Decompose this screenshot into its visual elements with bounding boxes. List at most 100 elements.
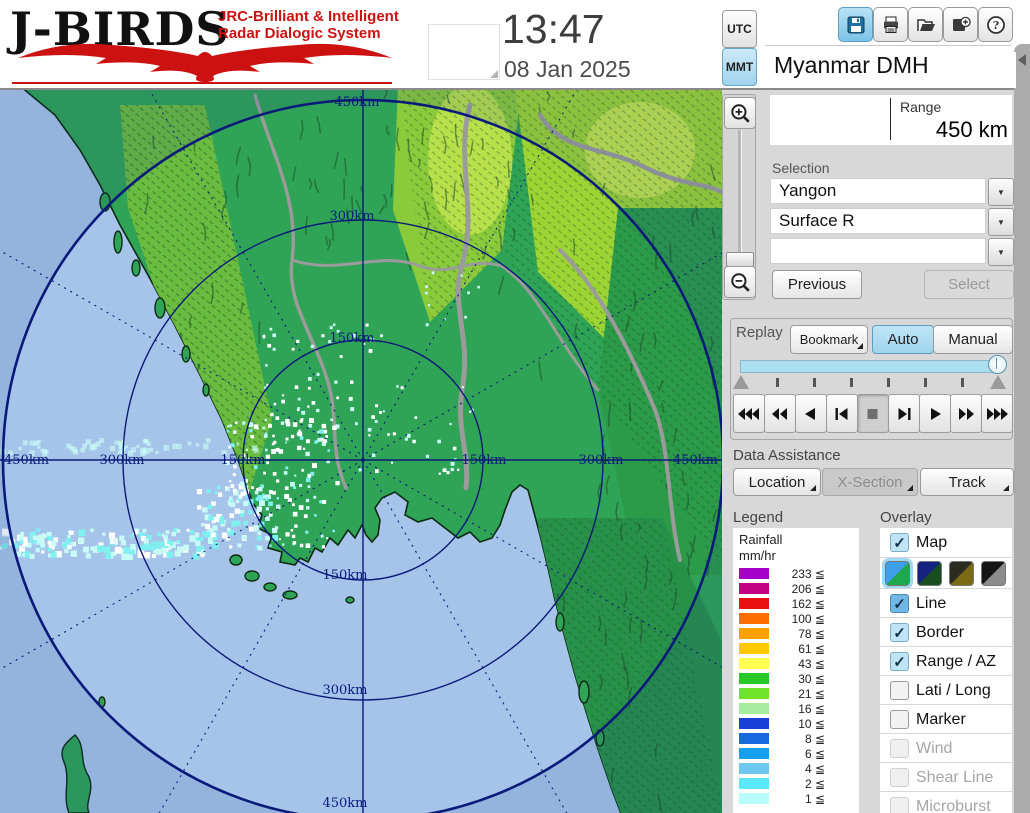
play-button[interactable] <box>919 394 951 433</box>
replay-tick <box>776 378 779 387</box>
legend-swatch <box>739 628 769 639</box>
radar-map-canvas: 450km 300km 150km 150km 300km 450km 450km 300km… <box>0 90 722 813</box>
open-folder-button[interactable] <box>908 7 943 42</box>
overlay-item-label: Marker <box>916 710 966 728</box>
zoom-in-button[interactable] <box>724 97 756 129</box>
chevron-down-icon: ▼ <box>997 187 1005 197</box>
save-button[interactable] <box>838 7 873 42</box>
overlay-item-label: Wind <box>916 739 953 757</box>
forward-3-button[interactable] <box>981 394 1013 433</box>
forward-2-icon <box>959 407 974 420</box>
track-button[interactable]: Track <box>920 468 1014 496</box>
legend-swatch <box>739 733 769 744</box>
range-ring-label: 300km <box>99 453 144 468</box>
range-ring-label: 300km <box>322 683 367 698</box>
menu-corner-icon <box>907 485 913 491</box>
stop-icon <box>867 408 878 419</box>
legend-title: Rainfall <box>739 532 783 547</box>
lati-long-checkbox[interactable] <box>890 681 909 700</box>
legend-value: 8 ≦ <box>804 732 825 746</box>
wind-checkbox <box>890 739 909 758</box>
zoom-slider-handle[interactable] <box>726 252 754 267</box>
map-checkbox[interactable]: ✓ <box>890 533 909 552</box>
chevron-down-icon: ▼ <box>997 247 1005 257</box>
legend-swatch <box>739 598 769 609</box>
forward-2-button[interactable] <box>950 394 982 433</box>
selection-field-2[interactable]: Surface R <box>770 208 986 234</box>
stop-button[interactable] <box>857 394 889 433</box>
legend-swatch <box>739 778 769 789</box>
range-ring-label: 300km <box>329 209 374 224</box>
step-forward-button[interactable] <box>888 394 920 433</box>
play-backward-button[interactable] <box>795 394 827 433</box>
select-button[interactable]: Select <box>924 270 1014 299</box>
save-icon <box>847 16 864 33</box>
zoom-in-icon <box>731 104 750 123</box>
range-start-marker-icon[interactable] <box>733 375 749 389</box>
overlay-item-label: Microburst <box>916 797 991 813</box>
open-folder-icon <box>916 18 935 31</box>
previous-button[interactable]: Previous <box>772 270 862 299</box>
map-style-swatch-3[interactable] <box>949 561 974 586</box>
tz-button-mmt[interactable]: MMT <box>722 48 757 86</box>
bookmark-button[interactable]: Bookmark <box>790 325 868 354</box>
rewind-3-button[interactable] <box>733 394 765 433</box>
bookmark-button-label: Bookmark <box>799 332 859 347</box>
manual-button[interactable]: Manual <box>933 325 1013 354</box>
replay-slider-track[interactable] <box>740 360 1000 373</box>
x-section-button[interactable]: X-Section <box>822 468 918 496</box>
rewind-2-button[interactable] <box>764 394 796 433</box>
marker-checkbox[interactable] <box>890 710 909 729</box>
range-ring-label: 450km <box>322 796 367 811</box>
legend-value: 233 ≦ <box>791 567 825 581</box>
range-ring-label: 300km <box>578 453 623 468</box>
range-az-checkbox[interactable]: ✓ <box>890 652 909 671</box>
auto-button[interactable]: Auto <box>872 325 934 354</box>
selection-dropdown-button-1[interactable]: ▼ <box>988 178 1014 206</box>
help-button[interactable]: ? <box>978 7 1013 42</box>
selection-field-1[interactable]: Yangon <box>770 178 986 204</box>
range-ring-label: 450km <box>334 95 379 110</box>
add-image-button[interactable] <box>943 7 978 42</box>
legend-value: 162 ≦ <box>791 597 825 611</box>
legend-swatch <box>739 763 769 774</box>
overlay-row-lati-long: Lati / Long <box>880 675 1012 705</box>
selection-field-3[interactable] <box>770 238 986 264</box>
zoom-out-button[interactable] <box>724 266 756 298</box>
clock-input[interactable] <box>428 24 500 80</box>
legend-swatch <box>739 748 769 759</box>
help-icon: ? <box>986 15 1005 34</box>
border-checkbox[interactable]: ✓ <box>890 623 909 642</box>
play-backward-icon <box>805 407 815 420</box>
print-icon <box>883 16 898 33</box>
location-button[interactable]: Location <box>733 468 821 496</box>
legend-swatch <box>739 643 769 654</box>
zoom-slider-track[interactable] <box>738 130 742 262</box>
range-ring-label: 450km <box>4 453 49 468</box>
overlay-item-label: Shear Line <box>916 768 994 786</box>
selection-dropdown-button-3[interactable]: ▼ <box>988 238 1014 266</box>
svg-text:?: ? <box>992 19 998 32</box>
map-style-swatch-4[interactable] <box>981 561 1006 586</box>
replay-slider-handle[interactable] <box>988 355 1007 374</box>
print-button[interactable] <box>873 7 908 42</box>
legend-swatch <box>739 718 769 729</box>
menu-corner-icon <box>1003 485 1009 491</box>
legend-value: 2 ≦ <box>804 777 825 791</box>
overlay-item-label: Line <box>916 594 947 612</box>
map-style-swatch-1[interactable] <box>882 558 913 589</box>
panel-collapse-strip[interactable] <box>1014 44 1030 813</box>
step-forward-icon <box>898 407 911 420</box>
overlay-item-label: Range / AZ <box>916 652 997 670</box>
forward-3-icon <box>987 407 1008 420</box>
line-checkbox[interactable]: ✓ <box>890 594 909 613</box>
replay-tick <box>961 378 964 387</box>
tz-button-utc[interactable]: UTC <box>722 10 757 48</box>
selection-dropdown-button-2[interactable]: ▼ <box>988 208 1014 236</box>
radar-map[interactable]: 450km 300km 150km 150km 300km 450km 450km 300km… <box>0 90 722 813</box>
legend-value: 43 ≦ <box>798 657 825 671</box>
range-end-marker-icon[interactable] <box>990 375 1006 389</box>
zoom-out-icon <box>731 273 750 292</box>
step-back-button[interactable] <box>826 394 858 433</box>
map-style-swatch-2[interactable] <box>917 561 942 586</box>
